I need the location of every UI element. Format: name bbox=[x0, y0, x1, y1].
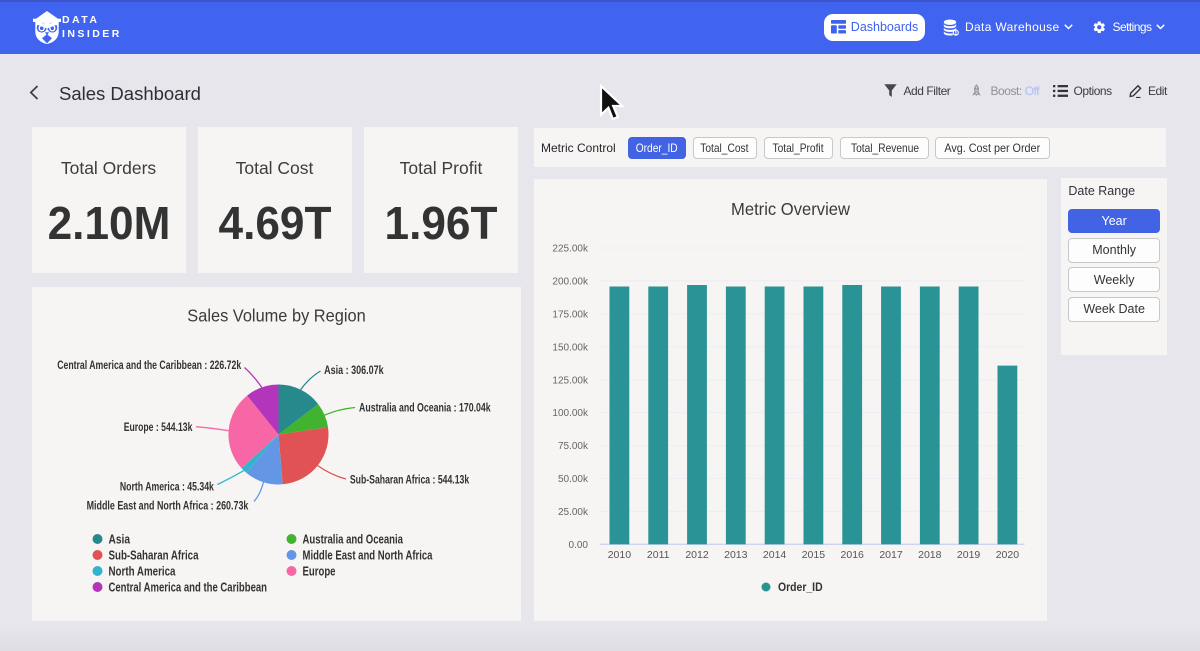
svg-text:Sub-Saharan Africa : 544.13k: Sub-Saharan Africa : 544.13k bbox=[349, 474, 469, 486]
svg-text:Middle East and North Africa: Middle East and North Africa bbox=[302, 548, 433, 562]
svg-text:2017: 2017 bbox=[879, 549, 903, 561]
svg-text:2019: 2019 bbox=[957, 549, 981, 561]
svg-text:25.00k: 25.00k bbox=[558, 507, 589, 518]
svg-text:Asia: Asia bbox=[108, 532, 130, 546]
svg-text:Asia : 306.07k: Asia : 306.07k bbox=[324, 364, 384, 376]
svg-text:200.00k: 200.00k bbox=[552, 277, 589, 288]
svg-text:225.00k: 225.00k bbox=[552, 244, 589, 255]
svg-text:2018: 2018 bbox=[918, 549, 942, 561]
svg-text:100.00k: 100.00k bbox=[552, 408, 589, 419]
svg-text:Order_ID: Order_ID bbox=[778, 582, 823, 594]
svg-text:2011: 2011 bbox=[647, 549, 670, 561]
svg-text:Europe : 544.13k: Europe : 544.13k bbox=[123, 421, 192, 433]
svg-text:North America: North America bbox=[108, 564, 176, 578]
svg-text:175.00k: 175.00k bbox=[552, 309, 589, 320]
svg-text:150.00k: 150.00k bbox=[552, 342, 589, 353]
svg-text:Australia and Oceania: Australia and Oceania bbox=[302, 532, 403, 546]
svg-text:2016: 2016 bbox=[841, 549, 865, 561]
svg-text:Europe: Europe bbox=[302, 564, 335, 578]
svg-text:Middle East and North Africa :: Middle East and North Africa : 260.73k bbox=[86, 500, 248, 512]
svg-text:2020: 2020 bbox=[996, 549, 1020, 561]
svg-text:125.00k: 125.00k bbox=[552, 375, 589, 386]
svg-text:2013: 2013 bbox=[724, 549, 748, 561]
svg-text:2015: 2015 bbox=[802, 549, 826, 561]
svg-text:50.00k: 50.00k bbox=[558, 474, 589, 485]
svg-text:2010: 2010 bbox=[608, 549, 632, 561]
svg-text:Metric Overview: Metric Overview bbox=[731, 199, 850, 219]
svg-text:Australia and Oceania : 170.04: Australia and Oceania : 170.04k bbox=[359, 402, 491, 414]
svg-text:2012: 2012 bbox=[685, 549, 709, 561]
svg-text:Central America and the Caribb: Central America and the Caribbean bbox=[108, 580, 267, 594]
svg-text:0.00: 0.00 bbox=[569, 540, 589, 551]
svg-text:Sub-Saharan Africa: Sub-Saharan Africa bbox=[108, 548, 199, 562]
svg-text:Sales Volume by Region: Sales Volume by Region bbox=[187, 305, 365, 325]
svg-text:North America : 45.34k: North America : 45.34k bbox=[119, 481, 213, 493]
svg-text:Central America and the Caribb: Central America and the Caribbean : 226.… bbox=[57, 360, 241, 372]
svg-text:2014: 2014 bbox=[763, 549, 787, 561]
svg-text:75.00k: 75.00k bbox=[558, 441, 589, 452]
